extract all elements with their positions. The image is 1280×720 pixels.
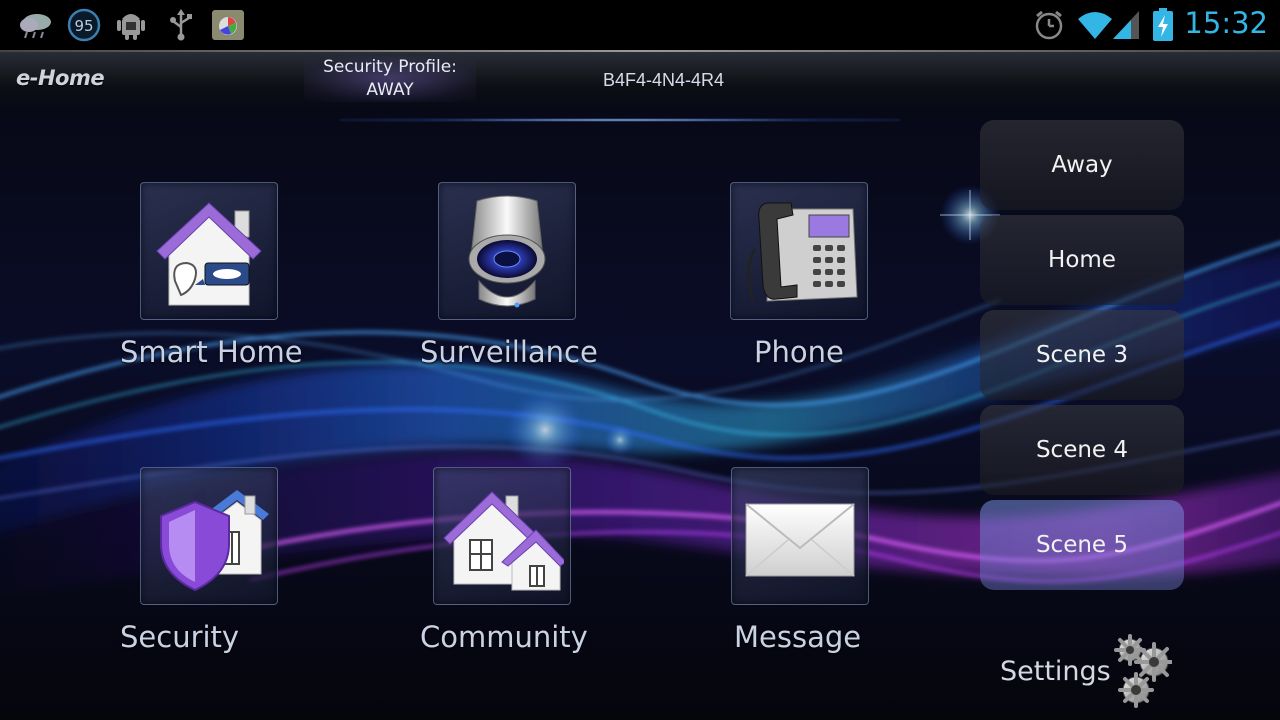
smart-home-button[interactable] [140,182,278,320]
envelope-icon [745,503,855,577]
security-profile-value: AWAY [366,80,414,100]
signal-icon [1110,8,1142,42]
community-houses-icon [443,491,564,591]
device-id: B4F4-4N4-4R4 [603,70,725,90]
wifi-icon [1076,8,1114,42]
community-button[interactable] [433,467,571,605]
security-button[interactable] [140,467,278,605]
android-debug-icon [114,8,148,42]
smart-home-label: Smart Home [120,335,303,369]
app-logo: e-Home [16,66,105,90]
gears-icon [1114,634,1172,708]
camera-icon [468,195,546,308]
shield-house-icon [160,490,269,592]
battery-charging-icon [1150,8,1176,42]
header-divider [0,50,1280,52]
clock-time: 15:32 [1184,6,1268,40]
app-notification-icon [210,8,246,42]
usb-icon [166,8,196,42]
security-label: Security [120,620,240,654]
scene-button-home[interactable]: Home [980,215,1184,305]
alarm-icon [1032,8,1066,42]
scene-button-5[interactable]: Scene 5 [980,500,1184,590]
security-profile-indicator: Security Profile: AWAY [304,56,476,102]
settings-button[interactable]: Settings [1000,634,1180,710]
phone-icon [747,202,858,302]
surveillance-button[interactable] [438,182,576,320]
temperature-value: 95 [74,17,93,35]
status-bar: 95 15:32 [0,0,1280,50]
phone-label: Phone [754,335,844,369]
security-profile-label: Security Profile: [323,57,457,77]
community-label: Community [420,620,588,654]
weather-icon [16,8,56,42]
scene-button-4[interactable]: Scene 4 [980,405,1184,495]
header-glow [340,118,900,122]
temperature-badge: 95 [66,8,102,42]
phone-button[interactable] [730,182,868,320]
scene-button-away[interactable]: Away [980,120,1184,210]
message-label: Message [734,620,862,654]
message-button[interactable] [731,467,869,605]
settings-label: Settings [1000,656,1111,687]
scene-button-3[interactable]: Scene 3 [980,310,1184,400]
surveillance-label: Surveillance [420,335,598,369]
smart-home-icon [156,202,262,306]
